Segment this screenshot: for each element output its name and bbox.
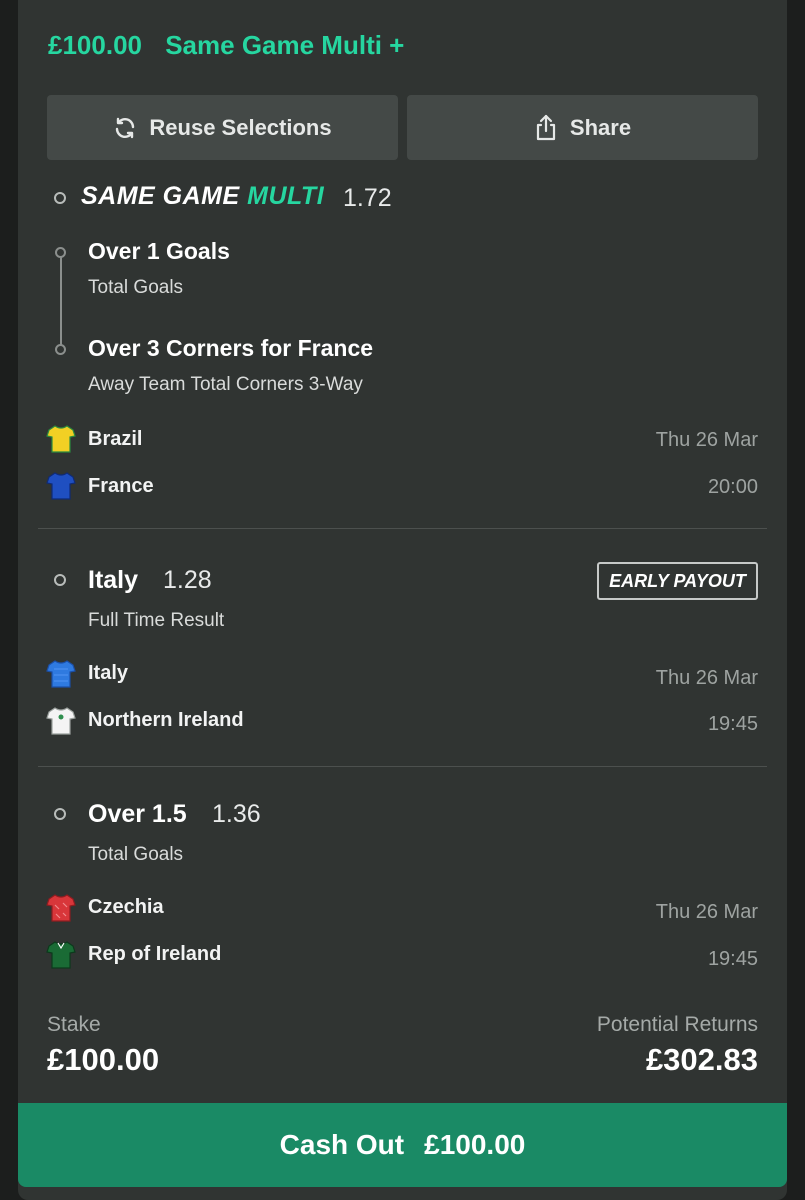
team-away-name: France bbox=[88, 475, 154, 497]
leg-bullet bbox=[54, 808, 66, 820]
potential-returns-value: £302.83 bbox=[645, 1042, 758, 1077]
sgm-selection-bullet bbox=[55, 344, 66, 355]
cash-out-label: Cash Out bbox=[279, 1129, 405, 1160]
event-date: Thu 26 Mar bbox=[655, 667, 758, 689]
event-time: 20:00 bbox=[707, 476, 758, 498]
leg-divider bbox=[38, 766, 767, 767]
team-home-name: Czechia bbox=[88, 896, 164, 918]
reuse-selections-label: Reuse Selections bbox=[149, 114, 332, 140]
same-game-multi-logo: SAME GAME MULTI bbox=[81, 182, 324, 211]
cash-out-button[interactable]: Cash Out £100.00 bbox=[18, 1103, 787, 1187]
leg-market: Total Goals bbox=[88, 844, 184, 865]
event-date: Thu 26 Mar bbox=[655, 429, 758, 451]
czechia-kit-icon bbox=[46, 894, 76, 922]
france-kit-icon bbox=[46, 472, 76, 500]
sgm-selection-title: Over 1 Goals bbox=[88, 238, 230, 264]
bet-card: £100.00 Same Game Multi + Reuse Selectio… bbox=[18, 0, 787, 1200]
italy-kit-icon bbox=[46, 660, 76, 688]
rep-of-ireland-kit-icon bbox=[46, 941, 76, 969]
team-home-name: Italy bbox=[88, 662, 129, 684]
sgm-selection-market: Away Team Total Corners 3-Way bbox=[88, 374, 363, 395]
potential-returns-label: Potential Returns bbox=[596, 1013, 758, 1036]
team-away-name: Northern Ireland bbox=[88, 709, 244, 731]
reuse-selections-button[interactable]: Reuse Selections bbox=[47, 95, 398, 160]
cash-out-amount: £100.00 bbox=[424, 1129, 526, 1160]
sgm-selection-market: Total Goals bbox=[88, 277, 184, 298]
leg-divider bbox=[38, 528, 767, 529]
leg-selection: Over 1.5 bbox=[88, 800, 187, 828]
bet-header: £100.00 Same Game Multi + bbox=[48, 30, 404, 61]
early-payout-badge: EARLY PAYOUT bbox=[597, 562, 758, 600]
northern-ireland-kit-icon bbox=[46, 707, 76, 735]
bet-type-title: Same Game Multi + bbox=[165, 30, 405, 60]
stake-value: £100.00 bbox=[47, 1042, 160, 1077]
leg-bullet bbox=[54, 574, 66, 586]
team-home-name: Brazil bbox=[88, 428, 143, 450]
refresh-icon bbox=[116, 117, 135, 138]
leg-odds: 1.36 bbox=[212, 800, 261, 828]
sgm-odds: 1.72 bbox=[343, 184, 392, 212]
bet-stake-amount: £100.00 bbox=[48, 30, 142, 60]
sgm-bullet bbox=[54, 192, 66, 204]
sgm-logo-word2: MULTI bbox=[247, 182, 325, 210]
sgm-selection-title: Over 3 Corners for France bbox=[88, 335, 374, 361]
event-date: Thu 26 Mar bbox=[655, 901, 758, 923]
leg-market: Full Time Result bbox=[88, 610, 225, 631]
share-button[interactable]: Share bbox=[407, 95, 758, 160]
leg-selection: Italy bbox=[88, 566, 139, 594]
event-time: 19:45 bbox=[707, 948, 758, 970]
stake-label: Stake bbox=[47, 1013, 101, 1036]
sgm-logo-word1: SAME GAME bbox=[81, 182, 240, 210]
share-label: Share bbox=[569, 114, 632, 140]
team-away-name: Rep of Ireland bbox=[88, 943, 222, 965]
event-time: 19:45 bbox=[707, 713, 758, 735]
share-icon bbox=[536, 114, 556, 140]
leg-odds: 1.28 bbox=[163, 566, 212, 594]
sgm-connector-line bbox=[60, 256, 62, 350]
brazil-kit-icon bbox=[46, 425, 76, 453]
sgm-selection-bullet bbox=[55, 247, 66, 258]
